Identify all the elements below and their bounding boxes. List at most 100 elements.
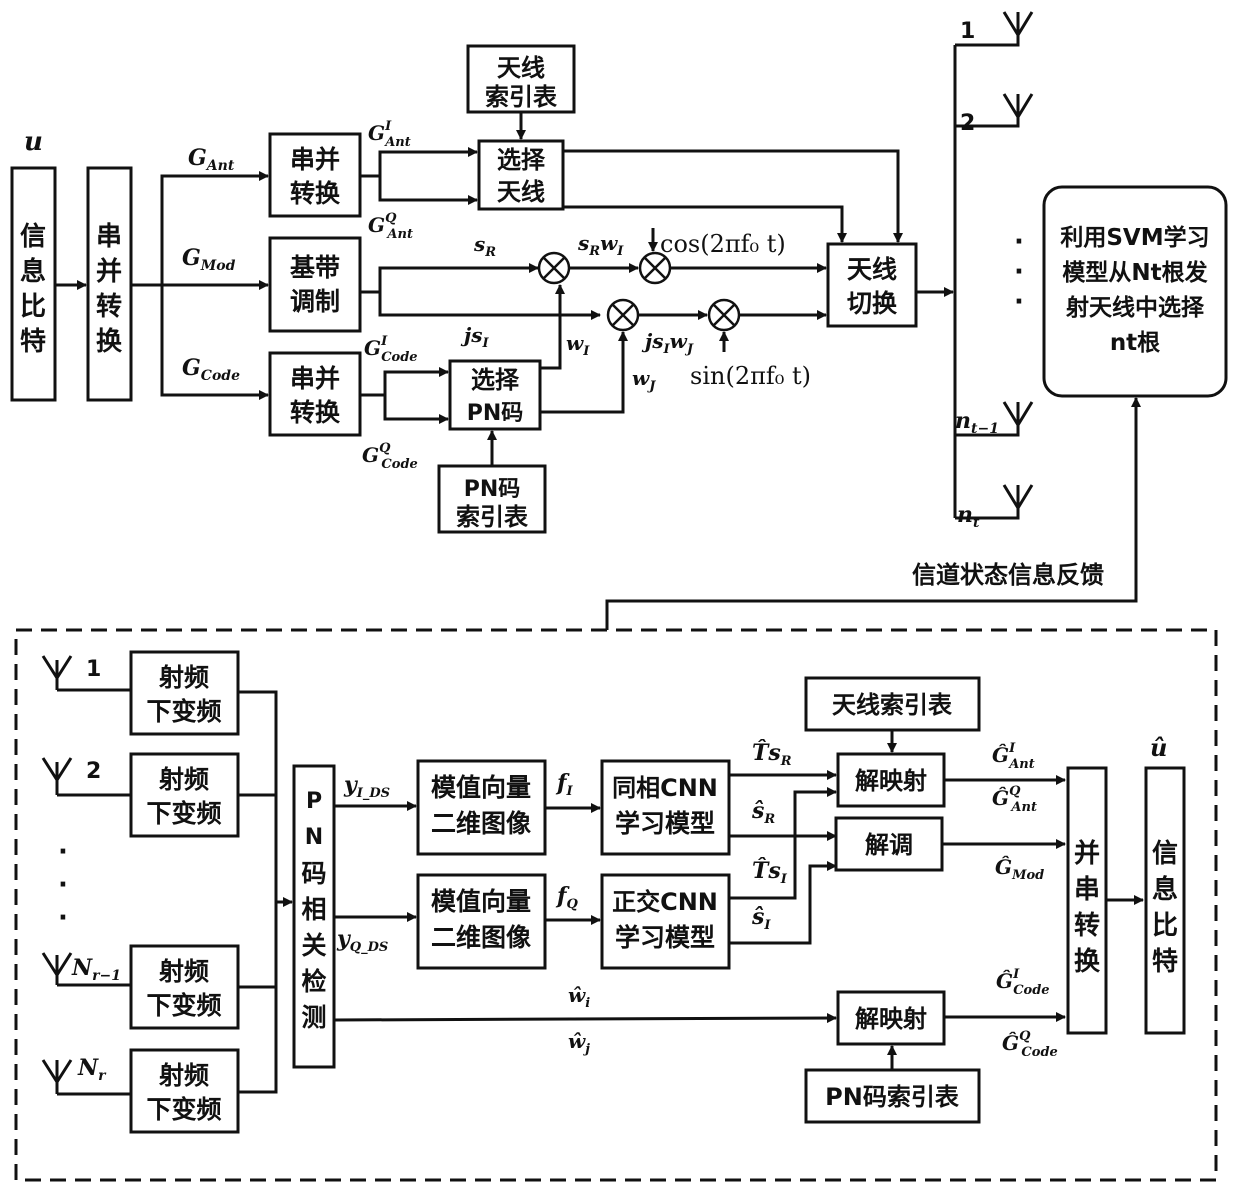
label-s-i-hat: ŝI bbox=[751, 904, 771, 933]
rx-ellipsis-3: · bbox=[58, 903, 68, 933]
svg-text:模值向量: 模值向量 bbox=[431, 887, 531, 916]
output-bits-label: û bbox=[1150, 733, 1167, 762]
label-sr-wi: sRwI bbox=[577, 231, 624, 259]
rx-antenna-2: 2 bbox=[41, 757, 130, 797]
label-g-code-hat-q: ĜQ Code bbox=[1002, 1029, 1058, 1060]
tx-ellipsis-3: · bbox=[1014, 287, 1024, 317]
label-cos-carrier: cos(2πf₀ t) bbox=[660, 230, 786, 258]
svg-text:转换: 转换 bbox=[290, 179, 341, 208]
tx-select-antenna: 选择 天线 bbox=[477, 139, 565, 211]
rx-info-bits-block: 信 息 比 特 bbox=[1144, 766, 1186, 1035]
svg-text:P: P bbox=[306, 789, 322, 814]
feedback-label: 信道状态信息反馈 bbox=[912, 561, 1104, 589]
svg-text:串: 串 bbox=[96, 222, 122, 252]
svg-text:正交CNN: 正交CNN bbox=[612, 888, 718, 916]
svg-text:索引表: 索引表 bbox=[485, 83, 558, 111]
label-w-i-hat: ŵi bbox=[568, 983, 590, 1011]
svg-text:特: 特 bbox=[1152, 946, 1178, 977]
label-f-i: fI bbox=[555, 770, 573, 799]
tx-ellipsis-2: · bbox=[1014, 257, 1024, 287]
rx-demodulation: 解调 bbox=[834, 816, 944, 872]
svg-text:射天线中选择: 射天线中选择 bbox=[1065, 294, 1205, 321]
tx-pn-index-table: PN码 索引表 bbox=[437, 464, 547, 534]
rx-antenna-nr: Nr bbox=[41, 1055, 130, 1096]
svg-text:索引表: 索引表 bbox=[456, 503, 529, 531]
svg-text:模值向量: 模值向量 bbox=[431, 773, 531, 802]
rx-rf-downconvert-nr: 射频 下变频 bbox=[129, 1048, 240, 1134]
rx-cnn-quadrature: 正交CNN 学习模型 bbox=[600, 873, 731, 970]
svg-text:射频: 射频 bbox=[158, 765, 209, 794]
svg-text:下变频: 下变频 bbox=[146, 1095, 221, 1124]
rx-rf-downconvert-nr-1: 射频 下变频 bbox=[129, 944, 240, 1030]
tx-antenna-2-label: 2 bbox=[960, 111, 975, 136]
svg-text:换: 换 bbox=[1074, 947, 1101, 977]
svg-text:Nr−1: Nr−1 bbox=[71, 955, 121, 984]
svg-text:转: 转 bbox=[96, 292, 122, 322]
label-g-ant: GAnt bbox=[188, 145, 235, 174]
svg-text:息: 息 bbox=[1152, 874, 1178, 905]
label-y-q: yQ_DS bbox=[336, 926, 388, 955]
tx-serial-parallel-main: 串 并 转 换 bbox=[86, 166, 133, 402]
rx-parallel-serial: 并 串 转 换 bbox=[1066, 766, 1108, 1035]
tx-select-pn-code: 选择 PN码 bbox=[448, 359, 542, 431]
rx-pn-index-table: PN码索引表 bbox=[804, 1068, 981, 1124]
label-g-code-hat-i: ĜI Code bbox=[996, 967, 1050, 998]
label-ts-i: T̂sI bbox=[752, 858, 788, 887]
svg-text:解映射: 解映射 bbox=[855, 1005, 927, 1033]
svg-text:学习模型: 学习模型 bbox=[615, 809, 715, 838]
tx-antenna-switch: 天线 切换 bbox=[826, 242, 918, 328]
svg-text:串: 串 bbox=[1074, 875, 1100, 905]
rx-rf-downconvert-1: 射频 下变频 bbox=[129, 650, 240, 736]
rx-demap-antenna: 解映射 bbox=[836, 752, 946, 808]
svg-text:码: 码 bbox=[301, 859, 326, 888]
svg-text:信: 信 bbox=[20, 222, 46, 252]
svg-text:二维图像: 二维图像 bbox=[431, 809, 531, 838]
svg-text:信: 信 bbox=[1152, 839, 1178, 869]
rx-pn-correlation-detect: P N 码 相 关 检 测 bbox=[292, 764, 336, 1069]
svg-text:同相CNN: 同相CNN bbox=[612, 774, 718, 802]
label-w-j-hat: ŵj bbox=[568, 1029, 590, 1057]
multiplier-jsi-wj bbox=[606, 298, 640, 332]
svg-text:切换: 切换 bbox=[847, 289, 898, 318]
label-w-j: wJ bbox=[632, 366, 656, 394]
svg-text:相: 相 bbox=[301, 895, 326, 924]
wire-g-ant-q bbox=[378, 176, 478, 205]
svg-text:学习模型: 学习模型 bbox=[615, 923, 715, 952]
rx-ellipsis-1: · bbox=[58, 837, 68, 867]
label-s-r-hat: ŝR bbox=[751, 798, 775, 827]
svg-text:特: 特 bbox=[20, 326, 46, 357]
tx-antenna-nt-label: nt bbox=[957, 502, 980, 531]
multiplier-sin bbox=[707, 298, 741, 332]
label-g-code: GCode bbox=[182, 355, 240, 384]
svg-text:下变频: 下变频 bbox=[146, 697, 221, 726]
svg-text:2: 2 bbox=[86, 759, 101, 784]
svg-text:模型从Nt根发: 模型从Nt根发 bbox=[1062, 259, 1207, 286]
svg-text:PN码: PN码 bbox=[464, 477, 521, 502]
rx-cnn-in-phase: 同相CNN 学习模型 bbox=[600, 759, 731, 856]
svg-text:调制: 调制 bbox=[290, 287, 340, 316]
tx-serial-parallel-antenna: 串并 转换 bbox=[268, 132, 362, 218]
wire-ant-select-i-to-switch bbox=[563, 149, 903, 243]
wire-g-code-q bbox=[383, 395, 449, 424]
svg-text:选择: 选择 bbox=[471, 366, 520, 394]
rx-combine-bus-taps bbox=[238, 793, 276, 989]
svg-text:比: 比 bbox=[20, 292, 46, 322]
svg-text:下变频: 下变频 bbox=[146, 799, 221, 828]
label-g-mod: GMod bbox=[182, 245, 236, 274]
tx-serial-parallel-code: 串并 转换 bbox=[268, 351, 362, 437]
rx-mod-vector-image-q: 模值向量 二维图像 bbox=[416, 873, 547, 970]
svg-text:并: 并 bbox=[1074, 838, 1100, 869]
system-block-diagram: u 信 息 比 特 串 并 转 换 GAnt GMod GCode 串并 转换 … bbox=[10, 11, 1228, 1182]
tx-antenna-nt-1-label: nt−1 bbox=[955, 408, 999, 437]
svg-text:射频: 射频 bbox=[158, 663, 209, 692]
rx-rf-downconvert-2: 射频 下变频 bbox=[129, 752, 240, 838]
svg-text:N: N bbox=[305, 825, 323, 850]
label-sin-carrier: sin(2πf₀ t) bbox=[690, 362, 811, 390]
input-bits-label: u bbox=[24, 127, 43, 157]
tx-antenna-index-table: 天线 索引表 bbox=[466, 44, 576, 114]
wire-wi bbox=[540, 284, 565, 370]
svg-text:转: 转 bbox=[1074, 911, 1100, 941]
tx-baseband-modulation: 基带 调制 bbox=[268, 236, 362, 333]
svg-text:解调: 解调 bbox=[865, 831, 913, 859]
svg-text:基带: 基带 bbox=[290, 253, 340, 282]
